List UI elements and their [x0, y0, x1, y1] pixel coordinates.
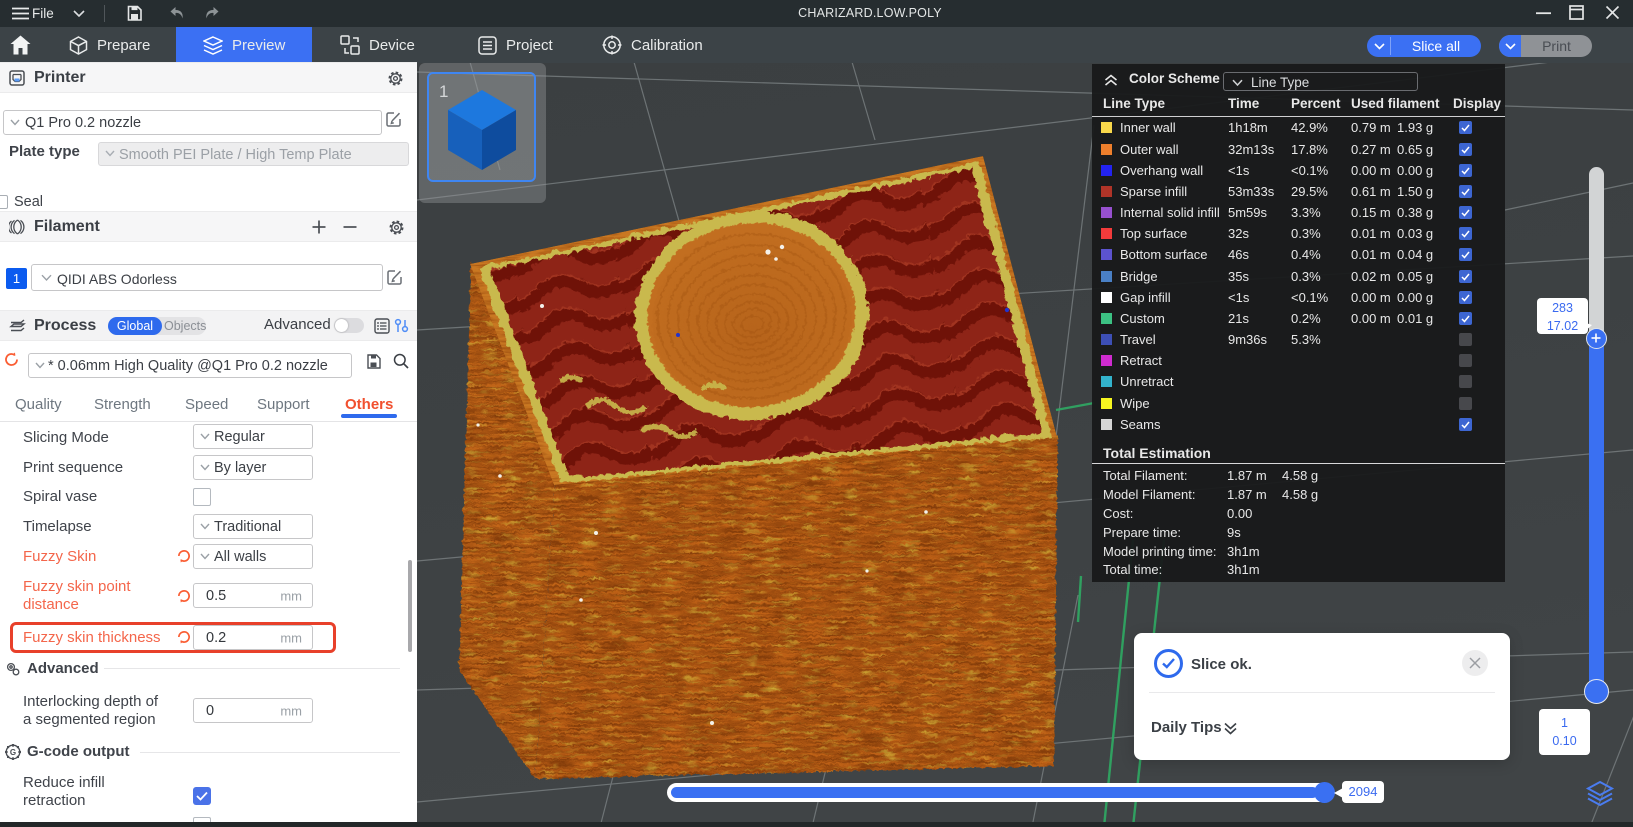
svg-text:G: G: [10, 748, 16, 757]
